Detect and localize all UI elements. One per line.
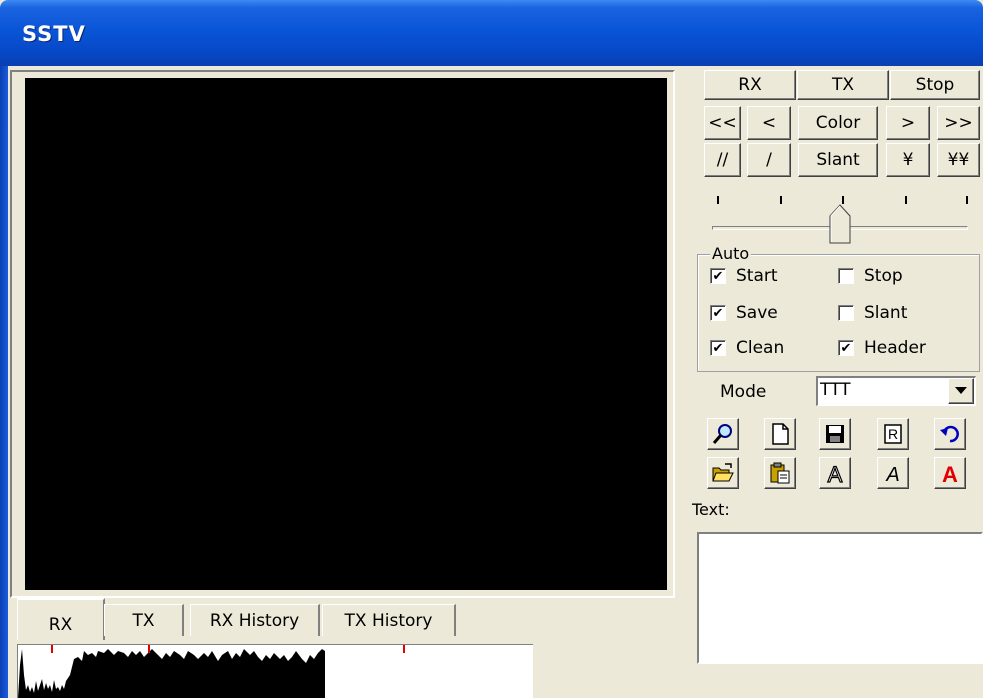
zoom-button[interactable] [707,418,739,450]
auto-header-checkbox[interactable]: ✔ Header [838,338,926,358]
auto-slant-checkbox[interactable]: Slant [838,303,907,323]
tx-button[interactable]: TX [797,70,889,100]
auto-stop-checkbox[interactable]: Stop [838,266,903,286]
r-button[interactable]: R [877,418,909,450]
font-color-icon: A [942,462,958,485]
tab-rx-history[interactable]: RX History [190,604,320,636]
yen-button[interactable]: ¥ [886,143,930,177]
auto-group-legend: Auto [710,244,752,263]
save-disk-icon [826,425,844,443]
color-button[interactable]: Color [798,106,878,140]
slant-button[interactable]: Slant [798,143,878,177]
spectrum-graph [18,645,405,698]
checkbox-label: Stop [864,266,903,286]
mode-label: Mode [720,382,767,402]
stop-button[interactable]: Stop [890,70,980,100]
mode-selected-value: TTT [820,380,851,400]
save-button[interactable] [819,418,851,450]
checkbox-box[interactable]: ✔ [710,305,726,321]
rx-button[interactable]: RX [704,70,796,100]
checkbox-label: Save [736,303,778,323]
paste-button[interactable] [764,457,796,489]
chevron-down-icon [955,387,967,394]
slider-tick [717,196,719,204]
text-input[interactable] [697,532,983,664]
tab-rx[interactable]: RX [17,598,105,640]
slant-left-button[interactable]: / [747,143,791,177]
fast-forward-button[interactable]: >> [937,106,980,140]
font-italic-icon: A [885,464,899,485]
spectrum-waveform [18,649,325,698]
checkbox-box[interactable]: ✔ [710,268,726,284]
checkbox-label: Header [864,338,926,358]
slider-thumb[interactable] [829,204,851,244]
r-letter: R [888,426,898,442]
paste-clipboard-icon [770,462,790,484]
slider-tick [905,196,907,204]
spectrum-marker [148,645,150,653]
open-button[interactable] [707,457,739,489]
undo-button[interactable] [934,418,966,450]
new-button[interactable] [764,418,796,450]
slider-tick [966,196,968,204]
checkbox-label: Slant [864,303,908,323]
undo-icon [940,425,959,443]
font-outline-letter: A [828,462,843,485]
spectrum-marker [51,645,53,653]
slant-left-fast-button[interactable]: // [704,143,741,177]
font-style-button[interactable]: A [877,457,909,489]
text-label: Text: [692,500,730,519]
magnifier-icon [712,424,732,444]
auto-save-checkbox[interactable]: ✔ Save [710,303,778,323]
yen-double-button[interactable]: ¥¥ [937,143,980,177]
window-frame-left [0,66,8,698]
back-button[interactable]: < [747,106,791,140]
open-folder-icon [712,463,734,482]
checkbox-box[interactable]: ✔ [838,340,854,356]
auto-clean-checkbox[interactable]: ✔ Clean [710,338,784,358]
font-color-letter: A [942,462,958,485]
checkbox-box[interactable] [838,268,854,284]
checkbox-label: Start [736,266,778,286]
new-document-icon [772,423,789,445]
checkbox-box[interactable] [838,305,854,321]
font-button[interactable]: A [819,457,851,489]
font-italic-letter: A [885,464,899,485]
tab-tx[interactable]: TX [104,604,184,636]
spectrum-marker [403,645,405,653]
window-title: SSTV [22,22,86,46]
font-color-button[interactable]: A [934,457,966,489]
mode-dropdown-button[interactable] [948,378,974,404]
sstv-image-view[interactable] [25,78,667,590]
font-outline-icon: A [827,461,843,485]
tab-tx-history[interactable]: TX History [322,604,456,636]
slider-tick [842,196,844,204]
forward-button[interactable]: > [886,106,930,140]
checkbox-box[interactable]: ✔ [710,340,726,356]
r-box-icon: R [884,424,902,444]
fast-back-button[interactable]: << [704,106,741,140]
auto-start-checkbox[interactable]: ✔ Start [710,266,778,286]
checkbox-label: Clean [736,338,785,358]
slider-tick [780,196,782,204]
title-bar[interactable] [0,0,983,66]
